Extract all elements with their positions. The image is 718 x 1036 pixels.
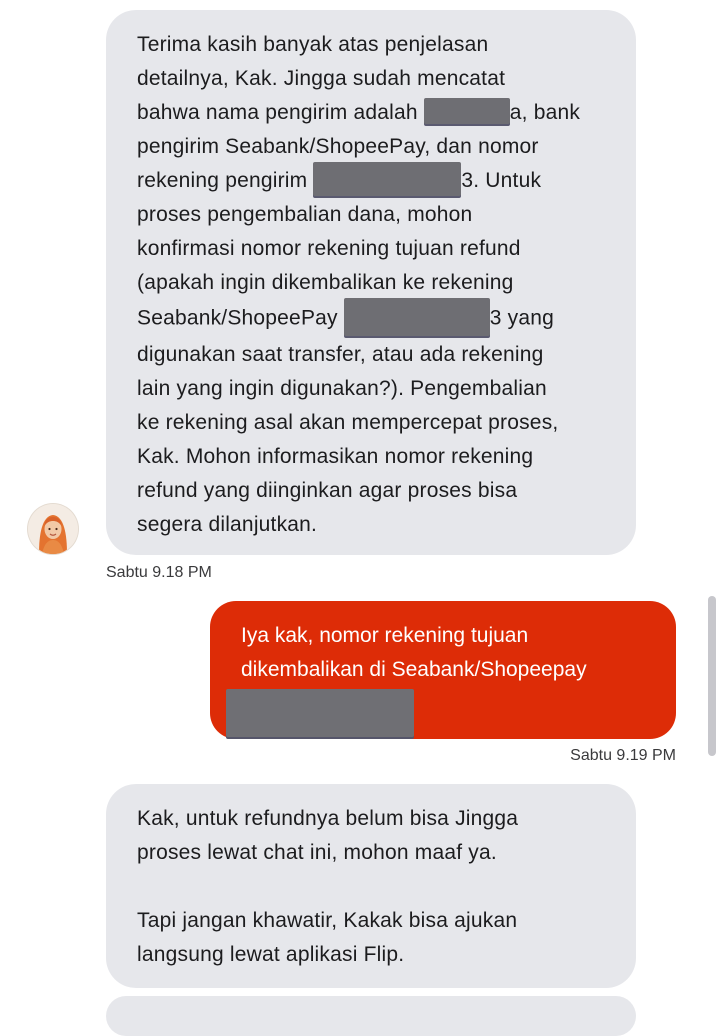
message-line-8: (apakah ingin dikembalikan ke rekening	[137, 271, 514, 295]
redacted-sender-account	[313, 162, 462, 197]
bot-message-bubble: Kak, untuk refundnya belum bisa Jingga p…	[106, 784, 636, 988]
message-line-15: segera dilanjutkan.	[137, 513, 318, 537]
message-line-14: refund yang diinginkan agar proses bisa	[137, 479, 518, 503]
message-fragment: 3 yang	[489, 307, 555, 330]
message-line-11: lain yang ingin digunakan?). Pengembalia…	[137, 377, 547, 401]
redacted-sender-name	[423, 98, 510, 125]
bot-message-text: Kak, untuk refundnya belum bisa Jingga p…	[137, 802, 616, 972]
message-line-2: detailnya, Kak. Jingga sudah mencatat	[137, 67, 506, 90]
message-line-3: Tapi jangan khawatir, Kakak bisa ajukan	[137, 909, 518, 932]
bot-message-text: Terima kasih banyak atas penjelasan deta…	[137, 28, 616, 542]
message-fragment: Seabank/ShopeePay	[137, 307, 344, 330]
message-line-13: Kak. Mohon informasikan nomor rekening	[137, 445, 534, 469]
message-fragment: 3. Untuk	[461, 169, 542, 192]
message-line-3: bahwa nama pengirim adalah a, bank	[137, 96, 616, 130]
message-fragment: rekening pengirim	[137, 169, 314, 192]
message-fragment: a, bank	[509, 101, 581, 124]
scrollbar[interactable]	[708, 596, 716, 756]
message-line-7: konfirmasi nomor rekening tujuan refund	[137, 237, 521, 261]
message-line-2: proses lewat chat ini, mohon maaf ya.	[137, 841, 497, 864]
message-line-5: rekening pengirim 3. Untuk	[137, 162, 616, 198]
bot-message-bubble-content: Terima kasih banyak atas penjelasan deta…	[106, 10, 636, 555]
redacted-account-number	[226, 689, 414, 737]
user-message-line-1: Iya kak, nomor rekening tujuan	[241, 624, 529, 647]
message-line-4: pengirim Seabank/ShopeePay, dan nomor	[137, 135, 539, 158]
message-line-4: langsung lewat aplikasi Flip.	[137, 943, 405, 966]
redacted-account-number	[343, 298, 490, 337]
message-line-1: Kak, untuk refundnya belum bisa Jingga	[137, 807, 519, 830]
message-line-12: ke rekening asal akan mempercepat proses…	[137, 411, 559, 435]
message-line-1: Terima kasih banyak atas penjelasan	[137, 33, 489, 56]
message-fragment: bahwa nama pengirim adalah	[137, 101, 424, 124]
message-line-6: proses pengembalian dana, mohon	[137, 203, 473, 227]
agent-avatar-icon[interactable]	[28, 504, 78, 554]
user-message-bubble: Iya kak, nomor rekening tujuan dikembali…	[210, 601, 676, 739]
avatar-illustration	[28, 504, 78, 554]
message-timestamp: Sabtu 9.18 PM	[106, 564, 212, 581]
bot-message-bubble-partial	[106, 996, 636, 1036]
user-message-line-2: dikembalikan di Seabank/Shopeepay	[241, 658, 587, 681]
message-line-10: digunakan saat transfer, atau ada rekeni…	[137, 343, 544, 367]
message-timestamp: Sabtu 9.19 PM	[570, 747, 676, 764]
message-line-9: Seabank/ShopeePay 3 yang	[137, 298, 616, 338]
